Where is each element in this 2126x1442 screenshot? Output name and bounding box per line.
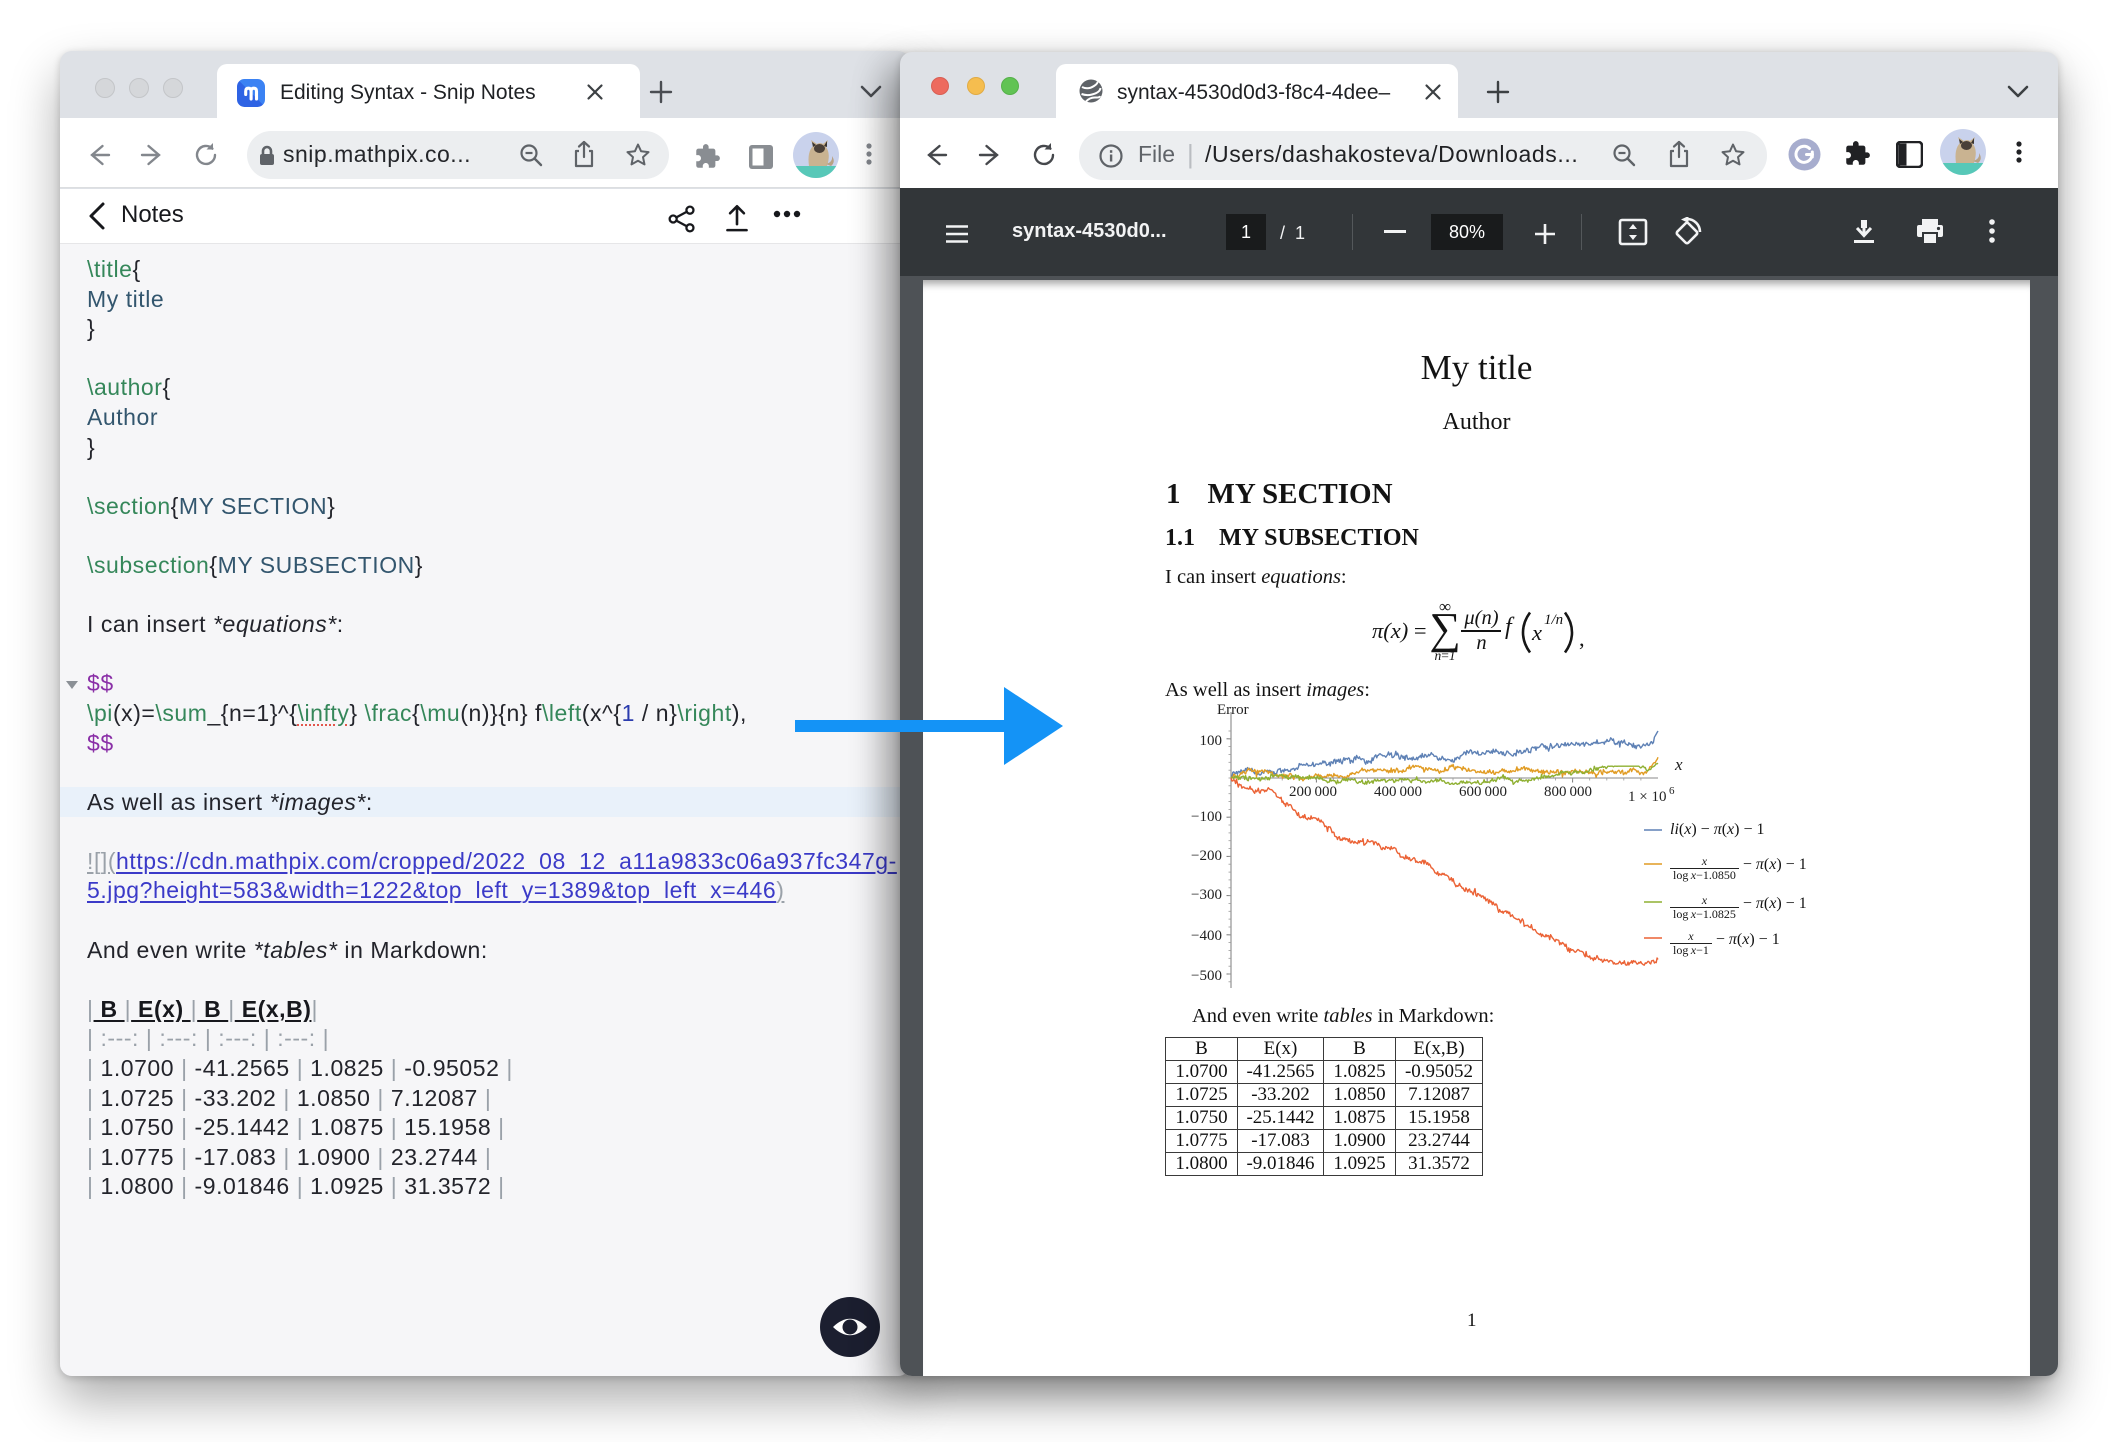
svg-text:200 000: 200 000 xyxy=(1289,784,1337,800)
svg-text:−400: −400 xyxy=(1191,928,1222,944)
svg-text:400 000: 400 000 xyxy=(1374,784,1422,800)
svg-text:600 000: 600 000 xyxy=(1459,784,1507,800)
svg-text:−100: −100 xyxy=(1191,809,1222,825)
svg-text:Error: Error xyxy=(1217,702,1249,718)
svg-text:−500: −500 xyxy=(1191,968,1222,984)
svg-text:−200: −200 xyxy=(1191,848,1222,864)
svg-text:6: 6 xyxy=(1669,785,1675,797)
svg-text:800 000: 800 000 xyxy=(1544,784,1592,800)
svg-text:100: 100 xyxy=(1200,733,1223,749)
svg-text:x: x xyxy=(1674,755,1683,774)
svg-text:−300: −300 xyxy=(1191,887,1222,903)
svg-text:1 × 10: 1 × 10 xyxy=(1628,789,1666,805)
